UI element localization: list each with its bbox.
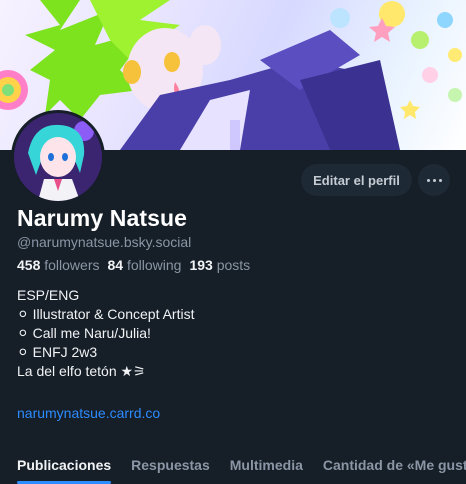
edit-profile-button[interactable]: Editar el perfil (301, 164, 412, 196)
ellipsis-dot (432, 178, 436, 182)
bio-line: ⚪ Illustrator & Concept Artist (17, 306, 195, 322)
following-stat[interactable]: 84 following (108, 257, 182, 273)
tab-likes[interactable]: Cantidad de «Me gusta» (313, 445, 466, 484)
followers-count: 458 (17, 257, 41, 273)
tab-publicaciones[interactable]: Publicaciones (0, 445, 121, 484)
posts-count: 193 (189, 257, 213, 273)
profile-bio: ESP/ENG ⚪ Illustrator & Concept Artist ⚪… (17, 286, 194, 381)
following-count: 84 (107, 257, 124, 273)
bio-line: ESP/ENG (17, 287, 80, 303)
ellipsis-dot (438, 178, 442, 182)
followers-label: followers (44, 257, 100, 273)
profile-link[interactable]: narumynatsue.carrd.co (17, 405, 160, 421)
profile-handle: @narumynatsue.bsky.social (17, 234, 192, 250)
avatar-image (14, 113, 102, 201)
tab-multimedia[interactable]: Multimedia (220, 445, 313, 484)
avatar[interactable] (11, 110, 105, 204)
following-label: following (126, 257, 182, 273)
posts-label: posts (216, 257, 251, 273)
bio-line: ⚪ ENFJ 2w3 (17, 344, 98, 360)
ellipsis-icon (426, 178, 430, 182)
profile-tabs: Publicaciones Respuestas Multimedia Cant… (0, 445, 466, 484)
profile-stats: 458 followers 84 following 193 posts (17, 257, 258, 273)
tab-respuestas[interactable]: Respuestas (121, 445, 220, 484)
followers-stat[interactable]: 458 followers (17, 257, 100, 273)
bio-line: La del elfo tetón ★⚞ (17, 363, 146, 379)
posts-stat: 193 posts (189, 257, 250, 273)
bio-line: ⚪ Call me Naru/Julia! (17, 325, 151, 341)
more-options-button[interactable] (418, 164, 450, 196)
display-name: Narumy Natsue (17, 205, 188, 231)
